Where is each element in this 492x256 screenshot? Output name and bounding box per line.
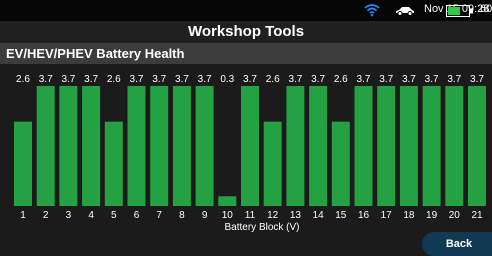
x-tick-label-9: 9 bbox=[202, 210, 208, 221]
value-label-block-21: 3.7 bbox=[470, 74, 484, 85]
battery-level-fill bbox=[448, 7, 460, 15]
bar-block-2 bbox=[36, 86, 55, 206]
x-tick-label-12: 12 bbox=[267, 210, 279, 221]
x-tick-label-17: 17 bbox=[381, 210, 393, 221]
x-axis-label: Battery Block (V) bbox=[224, 222, 299, 233]
back-button-label: Back bbox=[445, 238, 473, 250]
value-label-block-2: 3.7 bbox=[39, 74, 53, 85]
value-label-block-1: 2.6 bbox=[16, 74, 30, 85]
x-tick-label-16: 16 bbox=[358, 210, 370, 221]
bar-block-11 bbox=[241, 86, 259, 206]
value-label-block-11: 3.7 bbox=[243, 74, 257, 85]
value-label-block-18: 3.7 bbox=[402, 74, 416, 85]
value-label-block-3: 3.7 bbox=[61, 74, 75, 85]
x-tick-label-18: 18 bbox=[403, 210, 415, 221]
bar-block-9 bbox=[195, 86, 214, 206]
wifi-icon bbox=[364, 4, 380, 17]
value-label-block-7: 3.7 bbox=[152, 74, 166, 85]
value-label-block-19: 3.7 bbox=[425, 74, 439, 85]
value-label-block-15: 2.6 bbox=[334, 74, 348, 85]
x-tick-label-20: 20 bbox=[449, 210, 461, 221]
value-label-block-10: 0.3 bbox=[220, 74, 234, 85]
value-label-block-6: 3.7 bbox=[130, 74, 144, 85]
bar-block-8 bbox=[172, 86, 191, 206]
x-tick-label-10: 10 bbox=[222, 210, 234, 221]
x-tick-label-14: 14 bbox=[313, 210, 325, 221]
x-tick-label-1: 1 bbox=[20, 210, 26, 221]
value-label-block-14: 3.7 bbox=[311, 74, 325, 85]
value-label-block-9: 3.7 bbox=[198, 74, 212, 85]
battery-percent: 60% bbox=[480, 3, 492, 15]
bar-block-5 bbox=[104, 121, 123, 206]
bar-block-12 bbox=[263, 121, 282, 206]
value-label-block-13: 3.7 bbox=[288, 74, 302, 85]
value-label-block-17: 3.7 bbox=[379, 74, 393, 85]
section-title: EV/HEV/PHEV Battery Health bbox=[6, 46, 185, 61]
x-tick-label-15: 15 bbox=[335, 210, 347, 221]
value-label-block-16: 3.7 bbox=[357, 74, 371, 85]
x-tick-label-19: 19 bbox=[426, 210, 438, 221]
x-tick-label-4: 4 bbox=[88, 210, 94, 221]
value-label-block-8: 3.7 bbox=[175, 74, 189, 85]
bar-block-18 bbox=[399, 86, 418, 206]
bar-block-7 bbox=[150, 86, 169, 206]
bar-block-17 bbox=[377, 86, 396, 206]
status-bar: Nov 15 09:28 AM 60% bbox=[0, 0, 492, 21]
bar-block-20 bbox=[445, 86, 464, 206]
bar-block-13 bbox=[286, 86, 305, 206]
x-tick-label-21: 21 bbox=[471, 210, 483, 221]
x-tick-label-2: 2 bbox=[43, 210, 49, 221]
car-icon bbox=[396, 7, 414, 16]
bar-block-14 bbox=[309, 86, 328, 206]
x-tick-label-3: 3 bbox=[66, 210, 72, 221]
x-tick-label-5: 5 bbox=[111, 210, 117, 221]
bar-block-21 bbox=[468, 86, 486, 206]
bar-block-19 bbox=[422, 86, 441, 206]
value-label-block-5: 2.6 bbox=[107, 74, 121, 85]
x-tick-label-11: 11 bbox=[245, 210, 256, 221]
title-bar: Workshop Tools bbox=[0, 21, 492, 43]
section-header: EV/HEV/PHEV Battery Health bbox=[0, 43, 492, 64]
battery-health-chart: 2.6 1 3.7 2 3.7 3 3.7 4 2.6 5 3.7 6 3.7 7 3.7 8 3.7 9 0.3 1… bbox=[14, 74, 486, 233]
value-label-block-20: 3.7 bbox=[447, 74, 461, 85]
bar-block-1 bbox=[14, 121, 32, 206]
bar-block-10 bbox=[218, 196, 237, 206]
x-tick-label-8: 8 bbox=[179, 210, 185, 221]
bar-block-6 bbox=[127, 86, 146, 206]
bar-block-3 bbox=[59, 86, 78, 206]
x-tick-label-13: 13 bbox=[290, 210, 302, 221]
x-tick-label-6: 6 bbox=[134, 210, 140, 221]
bar-block-4 bbox=[82, 86, 101, 206]
page-title: Workshop Tools bbox=[187, 23, 305, 40]
bar-block-16 bbox=[354, 86, 373, 206]
value-label-block-12: 2.6 bbox=[266, 74, 280, 85]
bar-block-15 bbox=[331, 121, 350, 206]
battery-icon bbox=[446, 5, 473, 17]
x-tick-label-7: 7 bbox=[156, 210, 162, 221]
back-button[interactable]: Back bbox=[422, 232, 492, 256]
value-label-block-4: 3.7 bbox=[84, 74, 98, 85]
